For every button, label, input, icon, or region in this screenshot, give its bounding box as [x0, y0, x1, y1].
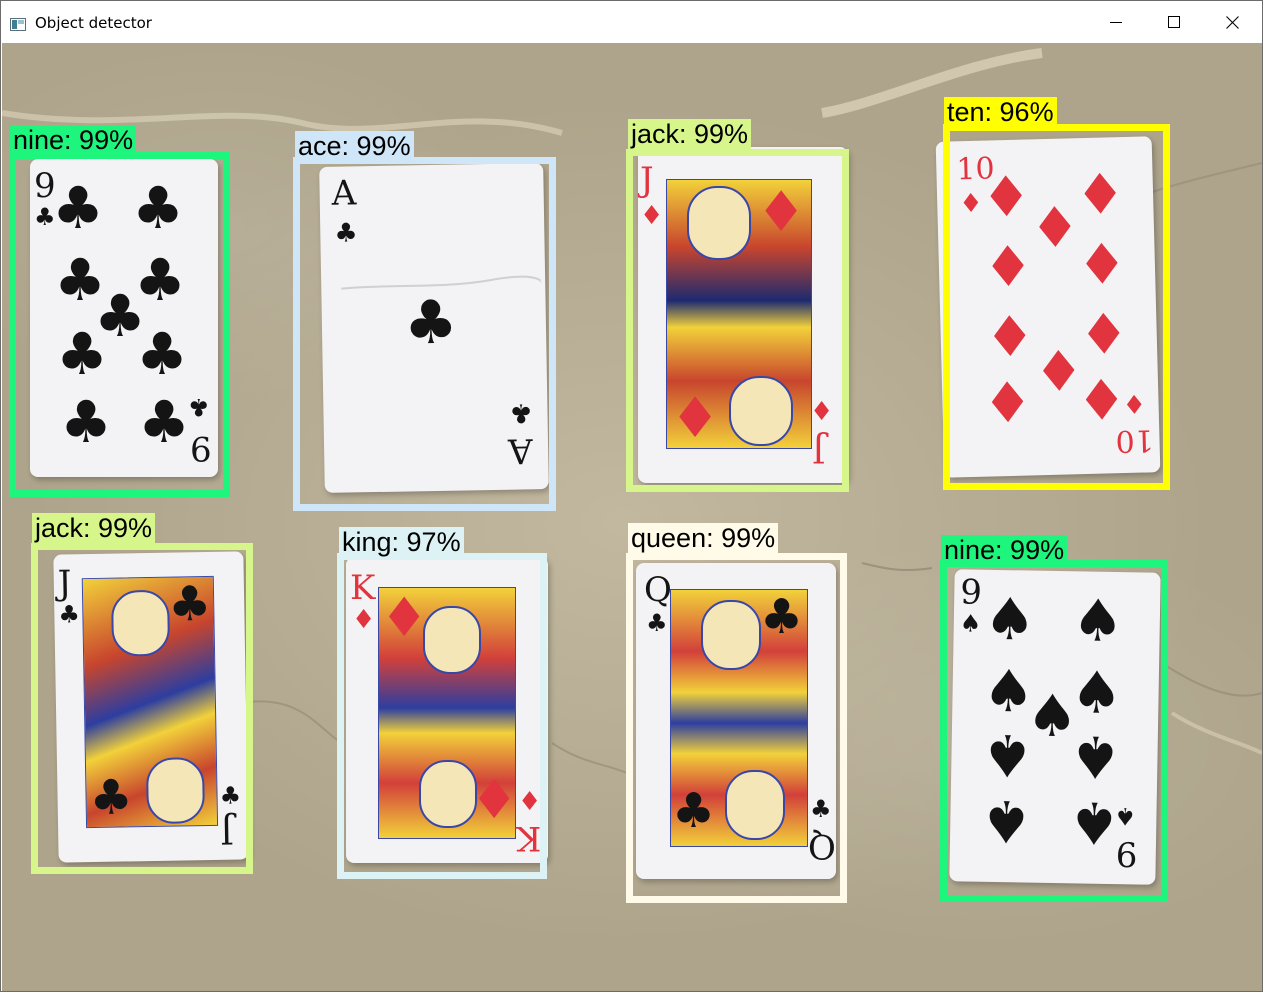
- detection-label: queen: 99%: [628, 523, 779, 553]
- detection-box: [9, 152, 230, 497]
- window-title: Object detector: [35, 14, 152, 32]
- close-icon: [1225, 15, 1239, 29]
- detection-box: [31, 543, 253, 874]
- detection-box: [940, 560, 1168, 902]
- camera-view: 9 ♣ ♣ ♣ ♣ ♣ ♣ ♣ ♣ ♣ ♣ ♣ 9 A ♣ ♣ ♣ A J ♦ …: [2, 43, 1262, 991]
- minimize-icon: [1110, 22, 1122, 23]
- detection-box: [293, 157, 556, 511]
- detection-box: [337, 553, 547, 879]
- detection-box: [943, 124, 1170, 490]
- detection-label: nine: 99%: [941, 535, 1068, 565]
- detection-label: ten: 96%: [944, 97, 1057, 127]
- maximize-button[interactable]: [1145, 1, 1203, 43]
- detection-label: jack: 99%: [628, 119, 752, 149]
- detection-label: king: 97%: [339, 527, 464, 557]
- minimize-button[interactable]: [1087, 1, 1145, 43]
- detector-window: Object detector 9 ♣ ♣ ♣ ♣ ♣ ♣ ♣ ♣ ♣ ♣ ♣ …: [0, 0, 1263, 992]
- detection-box: [626, 553, 847, 903]
- title-bar[interactable]: Object detector: [1, 1, 1262, 43]
- detection-label: ace: 99%: [295, 131, 414, 161]
- detection-label: nine: 99%: [10, 125, 137, 155]
- close-button[interactable]: [1203, 1, 1261, 43]
- detection-box: [626, 149, 849, 492]
- maximize-icon: [1168, 16, 1180, 28]
- detection-label: jack: 99%: [32, 513, 156, 543]
- app-window-icon: [10, 16, 26, 31]
